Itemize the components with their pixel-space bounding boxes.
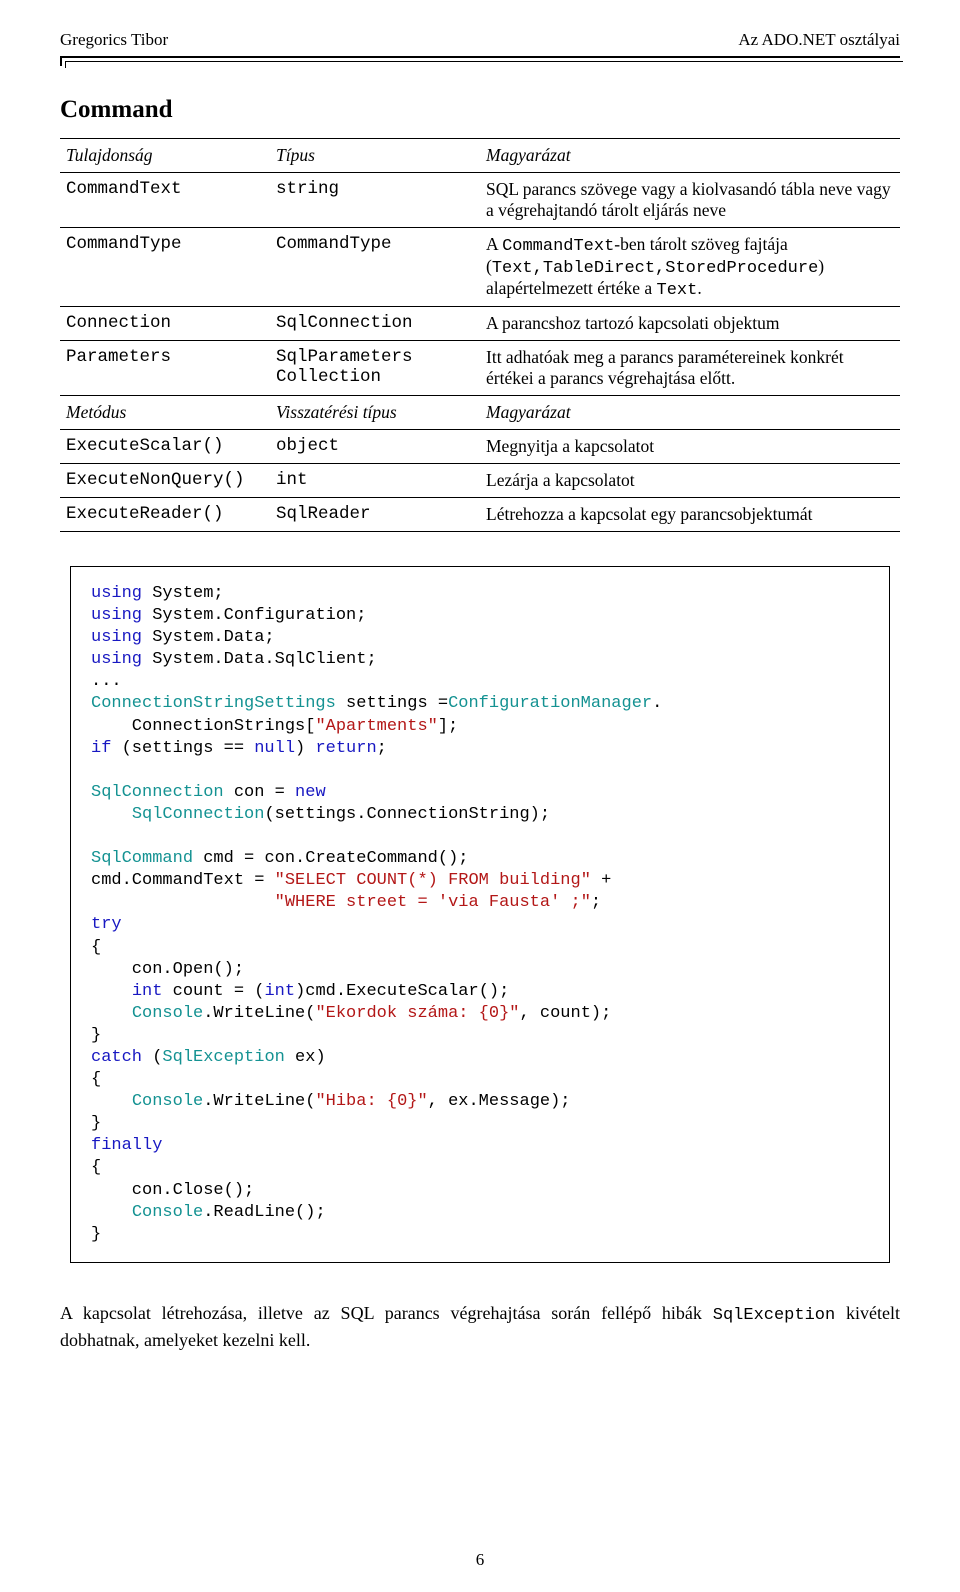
- prop-name: Connection: [60, 307, 270, 341]
- method-desc: Lezárja a kapcsolatot: [480, 464, 900, 498]
- method-desc: Létrehozza a kapcsolat egy parancsobjekt…: [480, 498, 900, 532]
- prop-name: CommandText: [60, 173, 270, 228]
- col-header: Metódus: [60, 396, 270, 430]
- table-row: ExecuteNonQuery() int Lezárja a kapcsola…: [60, 464, 900, 498]
- prop-type: CommandType: [270, 228, 480, 307]
- method-type: int: [270, 464, 480, 498]
- page-number: 6: [0, 1550, 960, 1570]
- prop-desc: A CommandText-ben tárolt szöveg fajtája …: [480, 228, 900, 307]
- method-name: ExecuteNonQuery(): [60, 464, 270, 498]
- prop-name: Parameters: [60, 341, 270, 396]
- col-header: Típus: [270, 139, 480, 173]
- prop-type: SqlParameters Collection: [270, 341, 480, 396]
- prop-name: CommandType: [60, 228, 270, 307]
- method-type: object: [270, 430, 480, 464]
- page-header: Gregorics Tibor Az ADO.NET osztályai: [60, 30, 900, 50]
- table-header-row: Tulajdonság Típus Magyarázat: [60, 139, 900, 173]
- method-name: ExecuteReader(): [60, 498, 270, 532]
- table-row: CommandType CommandType A CommandText-be…: [60, 228, 900, 307]
- col-header: Visszatérési típus: [270, 396, 480, 430]
- table-row: CommandText string SQL parancs szövege v…: [60, 173, 900, 228]
- prop-desc: A parancshoz tartozó kapcsolati objektum: [480, 307, 900, 341]
- table-row: ExecuteReader() SqlReader Létrehozza a k…: [60, 498, 900, 532]
- method-type: SqlReader: [270, 498, 480, 532]
- section-title: Command: [60, 96, 900, 124]
- prop-type: string: [270, 173, 480, 228]
- col-header: Magyarázat: [480, 396, 900, 430]
- header-left: Gregorics Tibor: [60, 30, 168, 50]
- properties-table: Tulajdonság Típus Magyarázat CommandText…: [60, 138, 900, 532]
- header-right: Az ADO.NET osztályai: [738, 30, 900, 50]
- table-header-row: Metódus Visszatérési típus Magyarázat: [60, 396, 900, 430]
- body-paragraph: A kapcsolat létrehozása, illetve az SQL …: [60, 1301, 900, 1352]
- prop-type: SqlConnection: [270, 307, 480, 341]
- header-divider: [60, 56, 900, 66]
- code-block: using System; using System.Configuration…: [70, 566, 890, 1263]
- table-row: Parameters SqlParameters Collection Itt …: [60, 341, 900, 396]
- table-row: Connection SqlConnection A parancshoz ta…: [60, 307, 900, 341]
- prop-desc: Itt adhatóak meg a parancs paramétereine…: [480, 341, 900, 396]
- col-header: Magyarázat: [480, 139, 900, 173]
- method-name: ExecuteScalar(): [60, 430, 270, 464]
- table-row: ExecuteScalar() object Megnyitja a kapcs…: [60, 430, 900, 464]
- col-header: Tulajdonság: [60, 139, 270, 173]
- prop-desc: SQL parancs szövege vagy a kiolvasandó t…: [480, 173, 900, 228]
- method-desc: Megnyitja a kapcsolatot: [480, 430, 900, 464]
